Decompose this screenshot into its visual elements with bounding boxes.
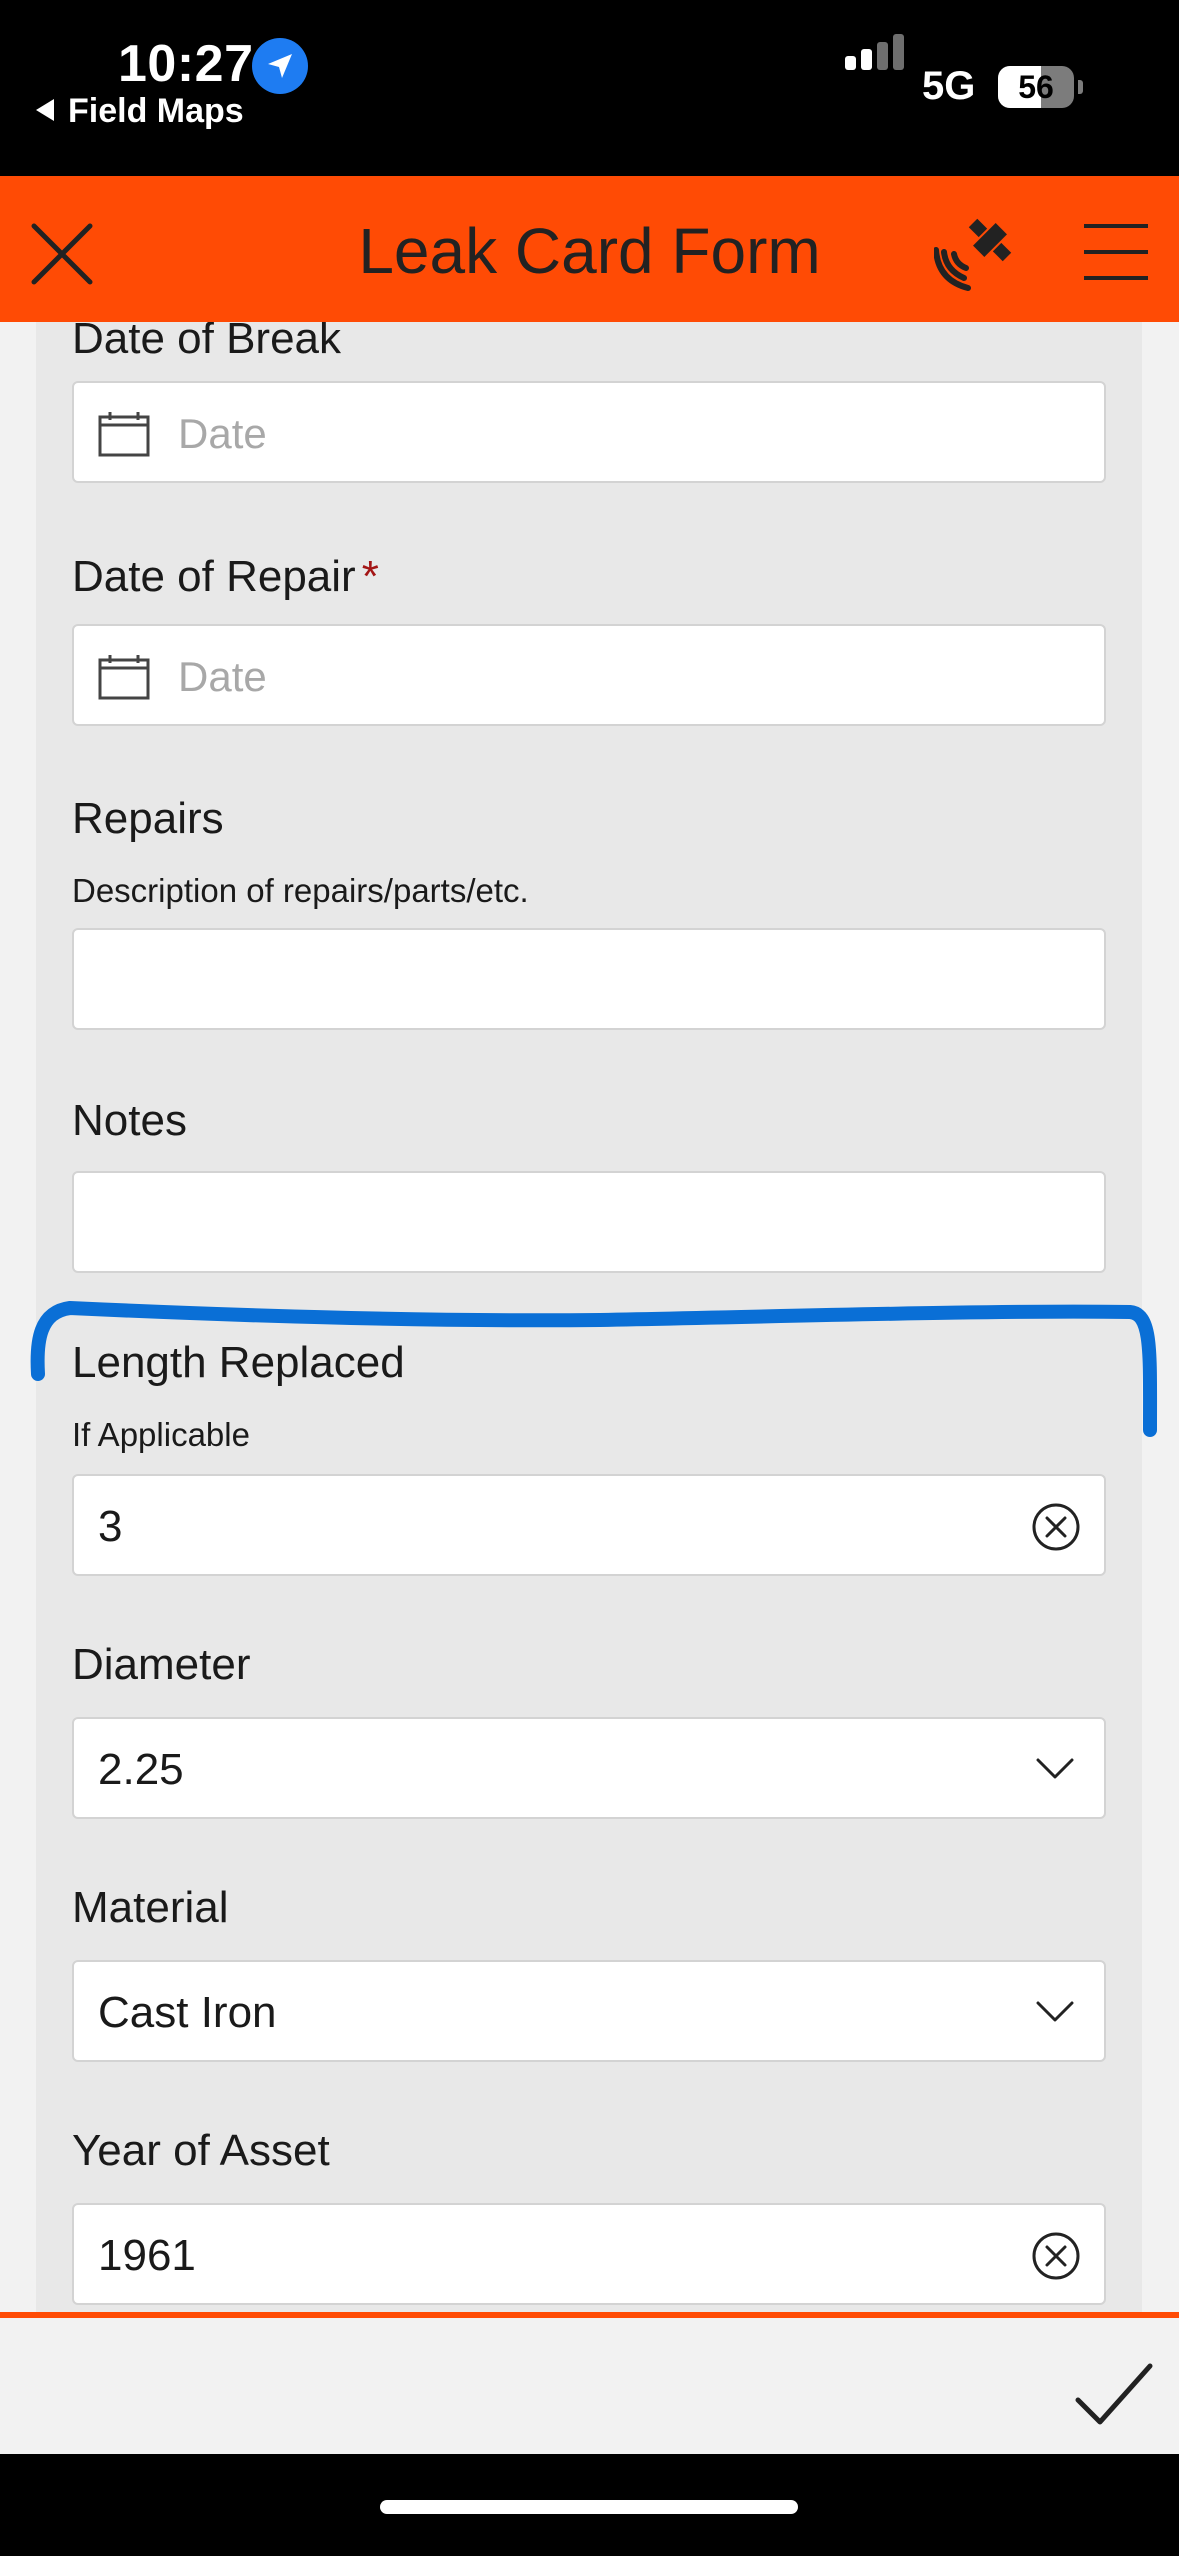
clear-icon[interactable] xyxy=(1032,1503,1080,1551)
home-indicator[interactable] xyxy=(380,2500,798,2514)
status-bar: 10:27 Field Maps 5G 56 xyxy=(0,0,1179,176)
material-label: Material xyxy=(72,1883,229,1932)
length-replaced-input[interactable]: 3 xyxy=(72,1474,1106,1576)
repairs-input[interactable] xyxy=(72,928,1106,1030)
repairs-label: Repairs xyxy=(72,794,224,843)
length-replaced-hint: If Applicable xyxy=(72,1416,250,1453)
date-of-repair-label: Date of Repair * xyxy=(72,552,379,602)
notes-input[interactable] xyxy=(72,1171,1106,1273)
calendar-icon xyxy=(98,655,150,700)
repairs-hint: Description of repairs/parts/etc. xyxy=(72,872,529,909)
chevron-down-icon xyxy=(1036,1758,1074,1779)
year-of-asset-value: 1961 xyxy=(98,2231,196,2280)
battery-percent: 56 xyxy=(1018,69,1054,105)
date-of-break-label: Date of Break xyxy=(72,322,342,363)
back-triangle-icon xyxy=(36,99,54,121)
material-value: Cast Iron xyxy=(98,1988,277,2037)
status-time: 10:27 xyxy=(118,35,254,93)
battery-icon: 56 xyxy=(998,66,1074,108)
network-type: 5G xyxy=(922,64,976,108)
year-of-asset-input[interactable]: 1961 xyxy=(72,2203,1106,2305)
date-of-repair-label-text: Date of Repair xyxy=(72,552,356,601)
calendar-icon xyxy=(98,412,150,457)
hamburger-menu-icon[interactable] xyxy=(1084,220,1154,284)
date-of-break-placeholder: Date xyxy=(178,410,267,457)
clear-icon[interactable] xyxy=(1032,2232,1080,2280)
diameter-label: Diameter xyxy=(72,1640,251,1689)
date-of-break-input[interactable]: Date xyxy=(72,381,1106,483)
length-replaced-value: 3 xyxy=(98,1502,123,1551)
home-indicator-area xyxy=(0,2454,1179,2556)
bottom-toolbar xyxy=(0,2312,1179,2454)
diameter-value: 2.25 xyxy=(98,1745,184,1794)
notes-label: Notes xyxy=(72,1096,187,1145)
diameter-select[interactable]: 2.25 xyxy=(72,1717,1106,1819)
gps-satellite-icon[interactable] xyxy=(933,212,1024,292)
back-app-label: Field Maps xyxy=(68,92,244,130)
material-select[interactable]: Cast Iron xyxy=(72,1960,1106,2062)
checkmark-icon[interactable] xyxy=(1074,2362,1154,2426)
back-to-app-link[interactable]: Field Maps xyxy=(36,92,244,131)
location-arrow-icon xyxy=(252,38,308,94)
required-asterisk: * xyxy=(361,552,379,601)
date-of-repair-placeholder: Date xyxy=(178,653,267,700)
chevron-down-icon xyxy=(1036,2001,1074,2022)
length-replaced-label: Length Replaced xyxy=(72,1338,405,1387)
battery-tip xyxy=(1078,80,1083,94)
date-of-repair-input[interactable]: Date xyxy=(72,624,1106,726)
form-scroll-area[interactable]: Date of Break Date Date of Repair * Date … xyxy=(0,322,1179,2312)
year-of-asset-label: Year of Asset xyxy=(72,2126,330,2175)
form-header: Leak Card Form xyxy=(0,176,1179,322)
